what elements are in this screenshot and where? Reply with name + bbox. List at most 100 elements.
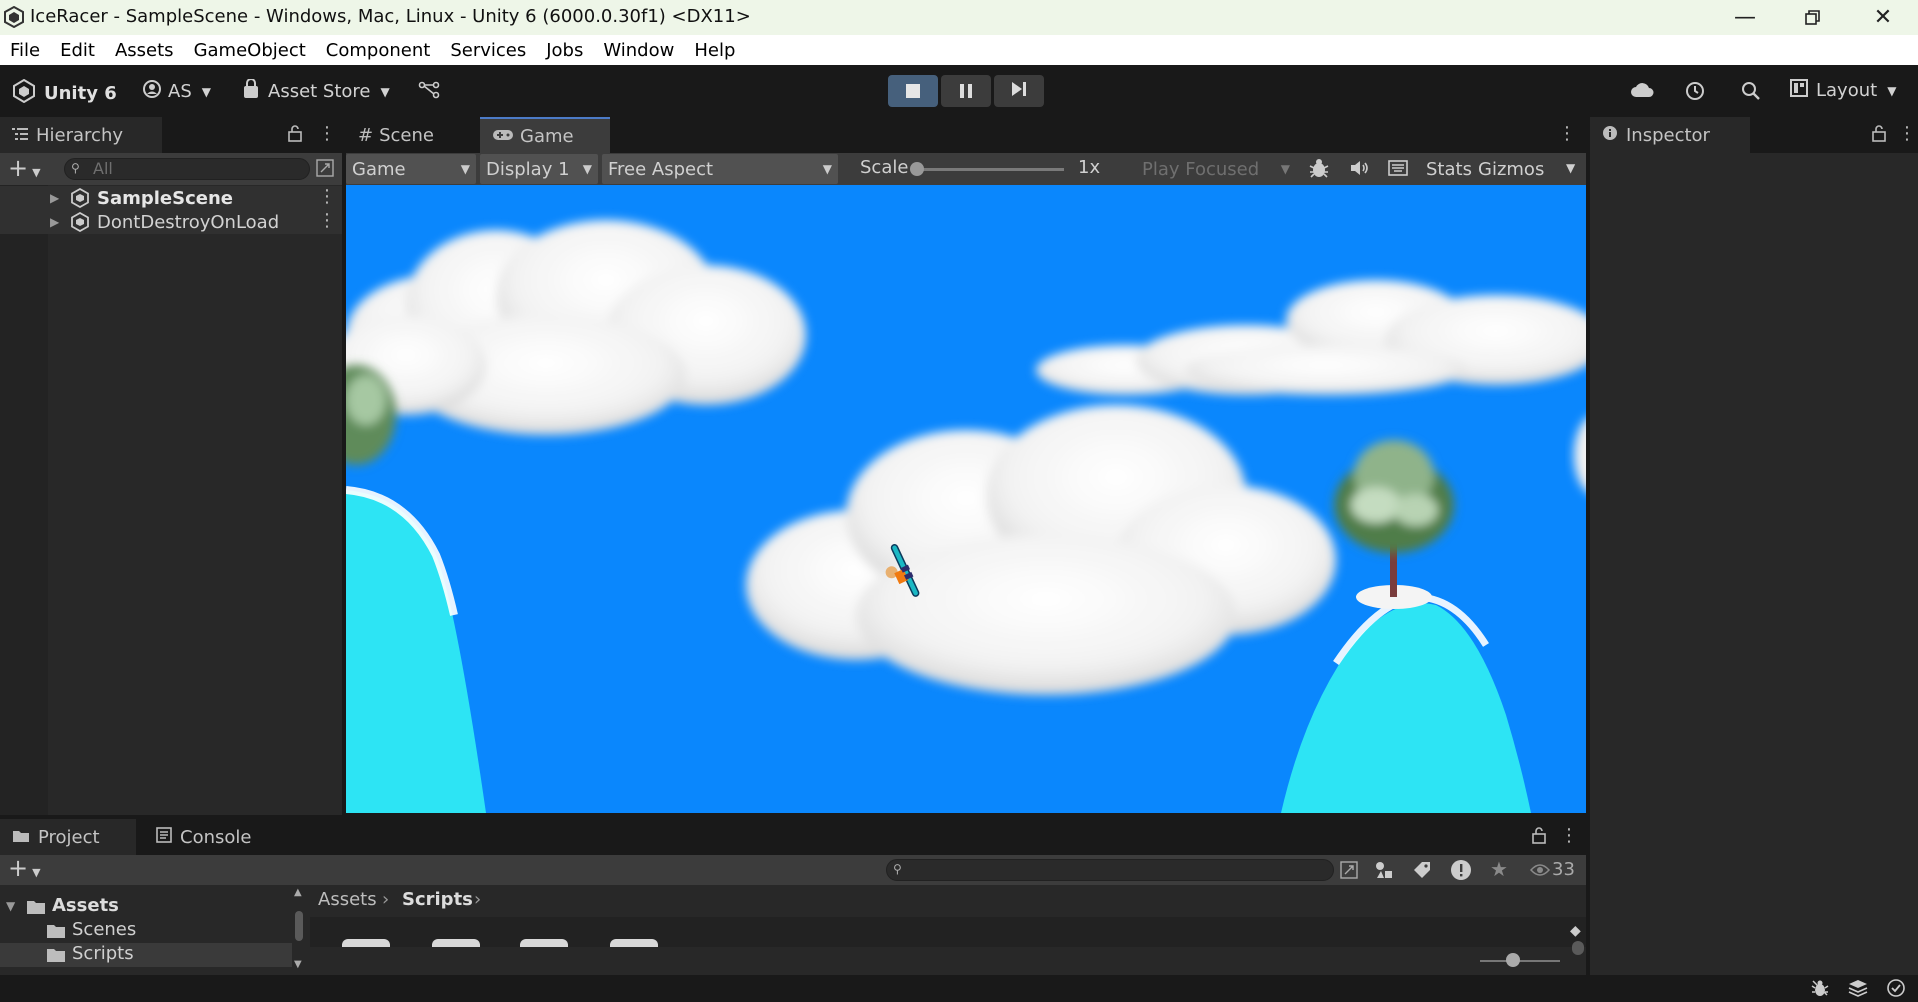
gizmos-button[interactable]: Gizmos xyxy=(1472,154,1562,184)
close-button[interactable]: ✕ xyxy=(1848,0,1918,35)
tab-project[interactable]: Project xyxy=(0,819,136,855)
menu-file[interactable]: File xyxy=(0,40,50,61)
hierarchy-item-dontdestroyonload[interactable]: ▶ DontDestroyOnLoad ⋮ xyxy=(0,210,342,234)
tree-item-scenes[interactable]: Scenes xyxy=(0,919,292,943)
step-button[interactable] xyxy=(994,75,1044,107)
more-options-icon[interactable]: ⋮ xyxy=(1898,123,1916,144)
stats-button[interactable]: Stats xyxy=(1420,154,1472,184)
hierarchy-item-label: DontDestroyOnLoad xyxy=(97,211,280,233)
menu-help[interactable]: Help xyxy=(684,40,745,61)
status-bar xyxy=(0,975,1918,1000)
menu-edit[interactable]: Edit xyxy=(50,40,105,61)
chevron-down-icon: ▼ xyxy=(582,162,592,176)
script-asset-thumb[interactable] xyxy=(520,939,568,947)
display-dropdown[interactable]: Display 1 ▼ xyxy=(480,154,598,184)
script-asset-thumb[interactable] xyxy=(342,939,390,947)
minimize-button[interactable]: — xyxy=(1710,0,1780,35)
game-tab-label: Game xyxy=(520,125,574,147)
inspector-tabbar: Inspector ⋮ xyxy=(1590,117,1918,153)
hierarchy-item-samplescene[interactable]: ▶ SampleScene ⋮ xyxy=(0,186,342,210)
star-favorites-icon[interactable]: ★ xyxy=(1490,857,1508,881)
add-asset-button[interactable]: + ▼ xyxy=(8,854,41,882)
expand-arrow-icon[interactable]: ▶ xyxy=(50,191,59,205)
breadcrumb-assets[interactable]: Assets xyxy=(318,889,377,910)
menu-window[interactable]: Window xyxy=(593,40,684,61)
debug-bug-icon[interactable] xyxy=(1810,978,1830,1002)
restore-button[interactable] xyxy=(1778,0,1848,35)
filter-by-label-icon[interactable] xyxy=(1412,860,1432,884)
expand-arrow-icon[interactable]: ▼ xyxy=(6,899,15,913)
asset-scroll-thumb[interactable] xyxy=(1572,941,1584,955)
scale-slider[interactable] xyxy=(910,162,1064,176)
scroll-down-arrow-icon[interactable]: ▼ xyxy=(294,959,302,970)
folder-icon xyxy=(12,827,30,848)
aspect-dropdown[interactable]: Free Aspect ▼ xyxy=(602,154,838,184)
hierarchy-search-input[interactable]: ⚲ All xyxy=(64,158,310,180)
project-tab-label: Project xyxy=(38,826,100,848)
tree-item-scripts[interactable]: Scripts xyxy=(0,943,292,967)
warning-filter-icon[interactable] xyxy=(1450,859,1472,885)
game-mode-dropdown[interactable]: Game ▼ xyxy=(346,154,476,184)
tab-hierarchy[interactable]: Hierarchy xyxy=(0,117,162,153)
audio-icon[interactable] xyxy=(1350,159,1370,182)
hierarchy-tabbar: Hierarchy ⋮ xyxy=(0,117,342,153)
asset-scroll-diamond-icon[interactable]: ◆ xyxy=(1570,923,1581,939)
icon-size-slider[interactable] xyxy=(1480,960,1560,962)
icon-size-slider-handle[interactable] xyxy=(1506,953,1520,967)
layers-icon[interactable] xyxy=(1848,978,1868,1002)
check-status-icon[interactable] xyxy=(1886,978,1906,1002)
search-expand-icon[interactable] xyxy=(1340,861,1358,883)
game-view[interactable] xyxy=(346,185,1586,813)
project-toolbar: + ▼ ⚲ ★ 33 xyxy=(0,854,1586,885)
bug-icon[interactable] xyxy=(1308,157,1330,184)
search-expand-icon[interactable] xyxy=(316,159,334,181)
search-icon[interactable] xyxy=(1740,80,1762,102)
tree-item-assets[interactable]: ▼ Assets xyxy=(0,895,292,919)
layout-dropdown[interactable]: Layout ▼ xyxy=(1790,79,1896,102)
tab-game[interactable]: Game xyxy=(480,117,610,153)
tab-inspector[interactable]: Inspector xyxy=(1590,117,1750,153)
play-mode-dropdown[interactable]: Play Focused ▼ xyxy=(1136,154,1296,184)
expand-arrow-icon[interactable]: ▶ xyxy=(50,215,59,229)
cloud-icon[interactable] xyxy=(1630,81,1654,99)
account-dropdown[interactable]: AS ▼ xyxy=(142,79,211,104)
scroll-thumb[interactable] xyxy=(295,911,303,941)
chevron-down-icon: ▼ xyxy=(822,162,832,176)
menu-component[interactable]: Component xyxy=(316,40,441,61)
script-asset-thumb[interactable] xyxy=(432,939,480,947)
more-options-icon[interactable]: ⋮ xyxy=(1558,123,1576,144)
scale-slider-handle[interactable] xyxy=(910,162,924,176)
lock-icon[interactable] xyxy=(1872,124,1886,147)
tab-scene[interactable]: # Scene xyxy=(346,117,476,153)
history-icon[interactable] xyxy=(1684,80,1706,102)
project-search-input[interactable]: ⚲ xyxy=(886,859,1334,881)
lock-icon[interactable] xyxy=(1532,826,1546,849)
display-label: Display 1 xyxy=(486,158,570,180)
version-control-icon[interactable] xyxy=(418,81,440,99)
chevron-down-icon[interactable]: ▼ xyxy=(1566,161,1575,175)
menu-jobs[interactable]: Jobs xyxy=(536,40,593,61)
script-asset-thumb[interactable] xyxy=(610,939,658,947)
tab-console[interactable]: Console xyxy=(144,819,280,855)
menu-services[interactable]: Services xyxy=(440,40,536,61)
visibility-eye-icon[interactable] xyxy=(1529,862,1551,881)
menu-gameobject[interactable]: GameObject xyxy=(184,40,316,61)
tree-scrollbar[interactable]: ▲ ▼ xyxy=(292,885,306,975)
keyboard-icon[interactable] xyxy=(1388,160,1408,181)
more-options-icon[interactable]: ⋮ xyxy=(1560,825,1578,846)
more-options-icon[interactable]: ⋮ xyxy=(318,123,336,144)
scroll-up-arrow-icon[interactable]: ▲ xyxy=(294,887,302,898)
filter-by-type-icon[interactable] xyxy=(1374,860,1394,884)
hierarchy-item-label: SampleScene xyxy=(97,187,233,209)
chevron-right-icon: › xyxy=(474,889,482,910)
more-options-icon[interactable]: ⋮ xyxy=(318,210,336,231)
asset-store-dropdown[interactable]: Asset Store ▼ xyxy=(242,78,390,104)
add-object-button[interactable]: + ▼ xyxy=(8,154,41,182)
more-options-icon[interactable]: ⋮ xyxy=(318,186,336,207)
breadcrumb-scripts[interactable]: Scripts xyxy=(402,889,473,910)
stop-play-button[interactable] xyxy=(888,75,938,107)
pause-button[interactable] xyxy=(941,75,991,107)
menu-assets[interactable]: Assets xyxy=(105,40,184,61)
lock-icon[interactable] xyxy=(288,124,302,147)
unity-version-button[interactable]: Unity 6 xyxy=(12,78,117,108)
